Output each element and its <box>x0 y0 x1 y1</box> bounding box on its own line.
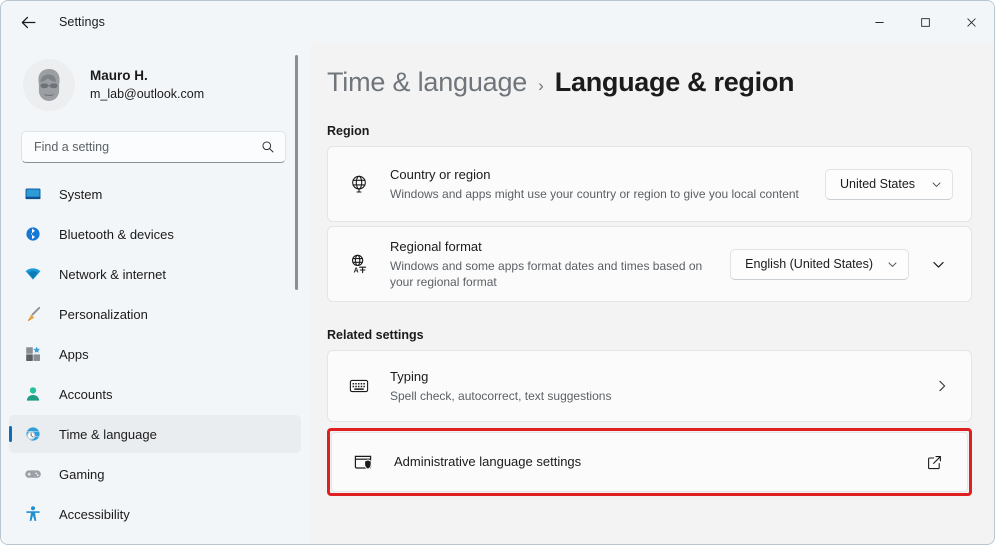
regional-format-row[interactable]: A Regional format Windows and some apps … <box>327 226 972 302</box>
external-link-icon[interactable] <box>927 455 949 470</box>
admin-language-highlight: Administrative language settings <box>327 428 972 496</box>
chevron-right-icon[interactable] <box>931 379 953 393</box>
apps-icon <box>21 345 45 363</box>
svg-text:A: A <box>354 267 359 274</box>
country-or-region-row[interactable]: Country or region Windows and apps might… <box>327 146 972 222</box>
sidebar-item-gaming[interactable]: Gaming <box>9 455 301 493</box>
breadcrumb-parent[interactable]: Time & language <box>327 67 527 98</box>
search-icon[interactable] <box>261 140 275 154</box>
keyboard-icon <box>342 375 376 397</box>
account-name: Mauro H. <box>90 67 204 85</box>
regional-format-text: Regional format Windows and some apps fo… <box>376 238 730 290</box>
sidebar: Mauro H. m_lab@outlook.com <box>1 43 311 544</box>
globe-icon <box>342 173 376 195</box>
wifi-icon <box>21 265 45 283</box>
sidebar-item-apps[interactable]: Apps <box>9 335 301 373</box>
avatar-icon <box>23 59 75 111</box>
related-settings-label: Related settings <box>327 328 972 342</box>
settings-window: Settings <box>0 0 995 545</box>
administrative-language-text: Administrative language settings <box>380 453 927 471</box>
administrative-language-settings-row[interactable]: Administrative language settings <box>331 432 968 492</box>
sidebar-item-time-language[interactable]: Time & language <box>9 415 301 453</box>
content-area: Time & language › Language & region Regi… <box>311 43 994 544</box>
globe-language-icon: A <box>342 253 376 275</box>
minimize-button[interactable] <box>856 1 902 43</box>
sidebar-item-label: Network & internet <box>59 267 166 282</box>
region-section-label: Region <box>327 124 972 138</box>
sidebar-item-personalization[interactable]: Personalization <box>9 295 301 333</box>
country-dropdown[interactable]: United States <box>825 169 953 200</box>
sidebar-item-label: Personalization <box>59 307 148 322</box>
administrative-language-title: Administrative language settings <box>394 453 913 471</box>
chevron-down-icon <box>931 179 942 190</box>
sidebar-item-label: Bluetooth & devices <box>59 227 174 242</box>
paintbrush-icon <box>21 305 45 323</box>
sidebar-item-label: Apps <box>59 347 89 362</box>
account-text: Mauro H. m_lab@outlook.com <box>90 67 204 103</box>
accessibility-icon <box>21 505 45 523</box>
regional-format-dropdown[interactable]: English (United States) <box>730 249 909 280</box>
window-title: Settings <box>59 15 105 29</box>
account-card[interactable]: Mauro H. m_lab@outlook.com <box>1 45 311 125</box>
country-dropdown-value: United States <box>840 177 915 191</box>
typing-row[interactable]: Typing Spell check, autocorrect, text su… <box>327 350 972 422</box>
breadcrumb-separator: › <box>538 76 544 96</box>
title-bar: Settings <box>1 1 994 43</box>
account-email: m_lab@outlook.com <box>90 86 204 103</box>
sidebar-item-label: System <box>59 187 102 202</box>
person-icon <box>21 385 45 403</box>
regional-format-expand-button[interactable] <box>923 249 953 279</box>
breadcrumb: Time & language › Language & region <box>327 67 972 98</box>
sidebar-item-label: Time & language <box>59 427 157 442</box>
typing-title: Typing <box>390 368 917 386</box>
back-button[interactable] <box>11 5 45 39</box>
bluetooth-icon <box>21 225 45 243</box>
sidebar-item-bluetooth-devices[interactable]: Bluetooth & devices <box>9 215 301 253</box>
sidebar-item-accessibility[interactable]: Accessibility <box>9 495 301 533</box>
minimize-icon <box>874 17 885 28</box>
window-controls <box>856 1 994 43</box>
page-title: Language & region <box>555 67 794 98</box>
sidebar-nav: System Bluetooth & devices <box>1 175 311 533</box>
back-arrow-icon <box>20 14 37 31</box>
window-body: Mauro H. m_lab@outlook.com <box>1 43 994 544</box>
chevron-down-icon <box>887 259 898 270</box>
sidebar-scrollbar[interactable] <box>295 55 298 290</box>
clock-globe-icon <box>21 425 45 443</box>
regional-format-dropdown-value: English (United States) <box>745 257 873 271</box>
country-or-region-title: Country or region <box>390 166 811 184</box>
gamepad-icon <box>21 465 45 483</box>
sidebar-item-label: Accounts <box>59 387 112 402</box>
close-button[interactable] <box>948 1 994 43</box>
maximize-icon <box>920 17 931 28</box>
typing-text: Typing Spell check, autocorrect, text su… <box>376 368 931 404</box>
sidebar-item-label: Gaming <box>59 467 105 482</box>
country-or-region-text: Country or region Windows and apps might… <box>376 166 825 202</box>
close-icon <box>966 17 977 28</box>
maximize-button[interactable] <box>902 1 948 43</box>
chevron-down-icon <box>932 258 945 271</box>
sidebar-item-network-internet[interactable]: Network & internet <box>9 255 301 293</box>
search-input[interactable] <box>34 140 261 154</box>
search-box[interactable] <box>21 131 286 163</box>
typing-description: Spell check, autocorrect, text suggestio… <box>390 388 810 404</box>
avatar <box>23 59 75 111</box>
regional-format-title: Regional format <box>390 238 716 256</box>
country-or-region-description: Windows and apps might use your country … <box>390 186 810 202</box>
sidebar-item-system[interactable]: System <box>9 175 301 213</box>
window-shield-icon <box>346 451 380 473</box>
monitor-icon <box>21 185 45 203</box>
regional-format-description: Windows and some apps format dates and t… <box>390 258 716 290</box>
sidebar-item-label: Accessibility <box>59 507 130 522</box>
sidebar-item-accounts[interactable]: Accounts <box>9 375 301 413</box>
